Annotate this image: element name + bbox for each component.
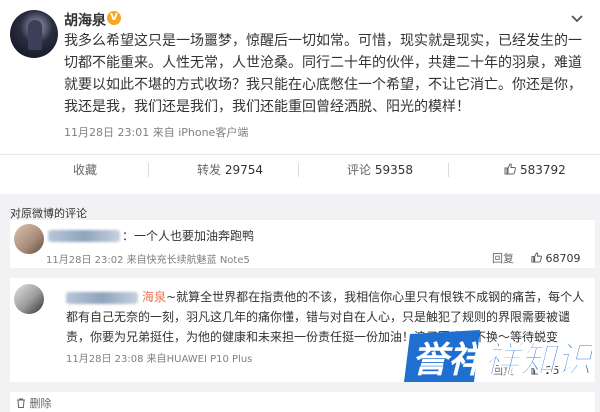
- bottom-action-bar: 删除: [10, 392, 595, 412]
- repost-label: 转发: [196, 163, 221, 177]
- chevron-down-icon[interactable]: [570, 12, 584, 26]
- post-actions: 收藏 转发 29754 评论 59358 583792: [0, 156, 600, 184]
- author-name[interactable]: 胡海泉: [64, 10, 106, 30]
- watermark-part1: 誉祥: [412, 340, 489, 381]
- comment-text: ：一个人也要加油奔跑鸭: [122, 229, 255, 243]
- post-source: 来自 iPhone客户端: [152, 126, 249, 139]
- comment-label: 评论: [346, 163, 371, 177]
- post-meta: 11月28日 23:01 来自 iPhone客户端: [64, 124, 248, 140]
- comment-source: 来自快充长续航魅蓝 Note5: [126, 255, 250, 266]
- comment-time: 11月28日 23:08 来自HUAWEI P10 Plus: [66, 350, 252, 365]
- comment-like-count: 68709: [545, 252, 581, 265]
- post-text: 我多么希望这只是一场噩梦，惊醒后一切如常。可惜，现实就是现实，已经发生的一切都不…: [64, 33, 582, 115]
- reply-button[interactable]: 回复: [492, 252, 514, 265]
- like-count: 583792: [520, 163, 566, 177]
- commenter-avatar[interactable]: [14, 284, 44, 314]
- author-avatar[interactable]: [10, 10, 58, 58]
- divider: [298, 163, 299, 177]
- repost-count: 29754: [224, 163, 264, 177]
- comments-section-title: 对原微博的评论: [10, 207, 87, 220]
- verified-badge-icon: V: [107, 11, 121, 25]
- delete-label: 删除: [29, 397, 52, 410]
- like-button[interactable]: 583792: [480, 156, 590, 184]
- watermark-logo-graphic: 誉祥 祥知识: [404, 330, 597, 382]
- divider: [0, 154, 600, 155]
- delete-button[interactable]: 删除: [16, 395, 52, 411]
- divider: [448, 163, 449, 177]
- comment-time-value: 11月28日 23:02: [46, 255, 124, 266]
- comment-button[interactable]: 评论 59358: [325, 156, 435, 184]
- divider: [148, 163, 149, 177]
- comment-time: 11月28日 23:02 来自快充长续航魅蓝 Note5: [46, 251, 250, 266]
- mention-link[interactable]: 海泉: [142, 290, 166, 304]
- comment-source: 来自HUAWEI P10 Plus: [146, 354, 253, 365]
- favorite-button[interactable]: 收藏: [30, 156, 140, 184]
- comment-actions: 回复 68709: [492, 250, 581, 266]
- watermark-logo: 誉祥 祥知识: [402, 328, 597, 384]
- comment-count: 59358: [374, 163, 414, 177]
- watermark-part2: 祥知识: [484, 340, 592, 381]
- commenter-avatar[interactable]: [14, 224, 44, 254]
- favorite-label: 收藏: [72, 163, 97, 177]
- repost-button[interactable]: 转发 29754: [175, 156, 285, 184]
- comment-time-value: 11月28日 23:08: [66, 354, 144, 365]
- thumbs-up-icon: [504, 163, 517, 175]
- commenter-name-blurred: [48, 230, 120, 242]
- post-time[interactable]: 11月28日 23:01: [64, 126, 149, 139]
- trash-icon: [17, 398, 25, 408]
- thumbs-up-icon[interactable]: [531, 252, 542, 263]
